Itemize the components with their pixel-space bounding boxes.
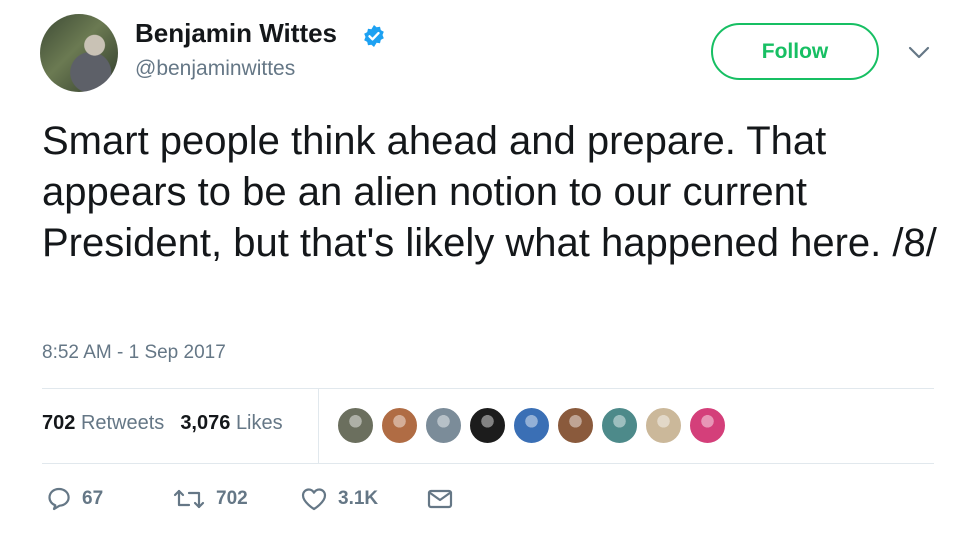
chevron-down-icon[interactable] xyxy=(906,42,932,62)
like-count: 3.1K xyxy=(338,488,379,509)
reply-icon xyxy=(48,487,70,511)
divider xyxy=(318,389,319,463)
liker-avatar[interactable] xyxy=(644,406,683,445)
user-name[interactable]: Benjamin Wittes xyxy=(135,18,337,49)
likes-label: Likes xyxy=(235,412,283,434)
retweet-button[interactable]: 702 xyxy=(172,486,248,512)
retweets-stat[interactable]: 702 Retweets xyxy=(42,412,164,435)
follow-button[interactable]: Follow xyxy=(711,23,879,80)
like-button[interactable]: 3.1K xyxy=(300,486,378,512)
direct-message-button[interactable] xyxy=(426,486,454,512)
retweets-count: 702 xyxy=(42,412,76,434)
liker-avatar[interactable] xyxy=(600,406,639,445)
tweet-stats: 702 Retweets 3,076 Likes xyxy=(42,412,283,435)
reply-button[interactable]: 67 xyxy=(46,486,103,512)
likes-count: 3,076 xyxy=(180,412,231,434)
user-handle[interactable]: @benjaminwittes xyxy=(135,57,295,81)
retweet-count: 702 xyxy=(216,488,248,509)
retweets-label: Retweets xyxy=(80,412,165,434)
liker-avatar[interactable] xyxy=(336,406,375,445)
reply-count: 67 xyxy=(82,488,104,509)
heart-icon xyxy=(301,488,327,511)
avatar[interactable] xyxy=(40,14,118,92)
divider xyxy=(42,388,934,389)
liker-avatar[interactable] xyxy=(512,406,551,445)
liker-avatar[interactable] xyxy=(424,406,463,445)
liker-avatar[interactable] xyxy=(688,406,727,445)
tweet-text: Smart people think ahead and prepare. Th… xyxy=(42,119,937,265)
likes-stat[interactable]: 3,076 Likes xyxy=(180,412,282,435)
liker-avatar[interactable] xyxy=(380,406,419,445)
divider xyxy=(42,463,934,464)
retweet-icon xyxy=(173,489,205,509)
verified-badge-icon xyxy=(364,25,384,47)
likers-avatars xyxy=(336,406,727,446)
tweet-timestamp[interactable]: 8:52 AM - 1 Sep 2017 xyxy=(42,342,226,364)
liker-avatar[interactable] xyxy=(468,406,507,445)
liker-avatar[interactable] xyxy=(556,406,595,445)
message-icon xyxy=(427,489,453,509)
